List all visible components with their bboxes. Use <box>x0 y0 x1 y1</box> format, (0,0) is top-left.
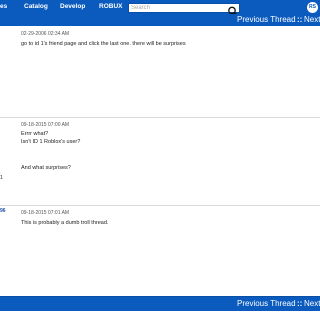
post-body: 09-18-2015 07:01 AM This is probably a d… <box>14 206 320 296</box>
post-body: 02-29-2006 02:34 AM go to id 1's friend … <box>14 27 320 117</box>
post-timestamp: 02-29-2006 02:34 AM <box>21 31 70 37</box>
search-icon[interactable] <box>227 3 239 15</box>
author-name-fragment[interactable]: 96 <box>0 208 6 214</box>
post-author-column: 1 <box>0 118 15 205</box>
nav-item-catalog[interactable]: Catalog <box>24 2 48 11</box>
forum-post: 1 09-18-2015 07:00 AM Errrr what? Isn't … <box>0 118 320 205</box>
forum-post: 02-29-2006 02:34 AM go to id 1's friend … <box>0 27 320 117</box>
post-author-column: 96 <box>0 206 15 296</box>
nav-item-games[interactable]: es <box>0 2 7 11</box>
post-text-line: go to id 1's friend page and click the l… <box>21 41 186 47</box>
post-text-line: And what surprises? <box>21 165 71 171</box>
thread-nav-bottom: Previous Thread :: Next <box>0 296 320 311</box>
next-thread-link[interactable]: Next <box>304 299 320 308</box>
post-text-line: Errrr what? <box>21 131 49 137</box>
previous-thread-link[interactable]: Previous Thread <box>237 299 296 308</box>
post-timestamp: 09-18-2015 07:01 AM <box>21 210 70 216</box>
nav-item-robux[interactable]: ROBUX <box>99 2 122 11</box>
forum-post: 96 09-18-2015 07:01 AM This is probably … <box>0 206 320 296</box>
post-timestamp: 09-18-2015 07:00 AM <box>21 122 70 128</box>
search-input[interactable] <box>131 4 225 12</box>
nav-item-develop[interactable]: Develop <box>60 2 85 11</box>
robux-icon-label: RS <box>309 4 316 10</box>
author-info-fragment: 1 <box>0 175 3 181</box>
post-body: 09-18-2015 07:00 AM Errrr what? Isn't ID… <box>14 118 320 205</box>
thread-nav-separator: :: <box>297 299 303 308</box>
robux-icon[interactable]: RS <box>307 2 318 13</box>
post-author-column <box>0 27 15 117</box>
post-text-line: Isn't ID 1 Roblox's user? <box>21 139 81 145</box>
previous-thread-link[interactable]: Previous Thread <box>237 15 296 24</box>
top-navbar: es Catalog Develop ROBUX RS <box>0 0 320 15</box>
post-text-line: This is probably a dumb troll thread. <box>21 220 109 226</box>
thread-nav-top: Previous Thread :: Next <box>0 14 320 26</box>
thread-nav-separator: :: <box>297 15 303 24</box>
next-thread-link[interactable]: Next <box>304 15 320 24</box>
search-box <box>128 3 240 15</box>
